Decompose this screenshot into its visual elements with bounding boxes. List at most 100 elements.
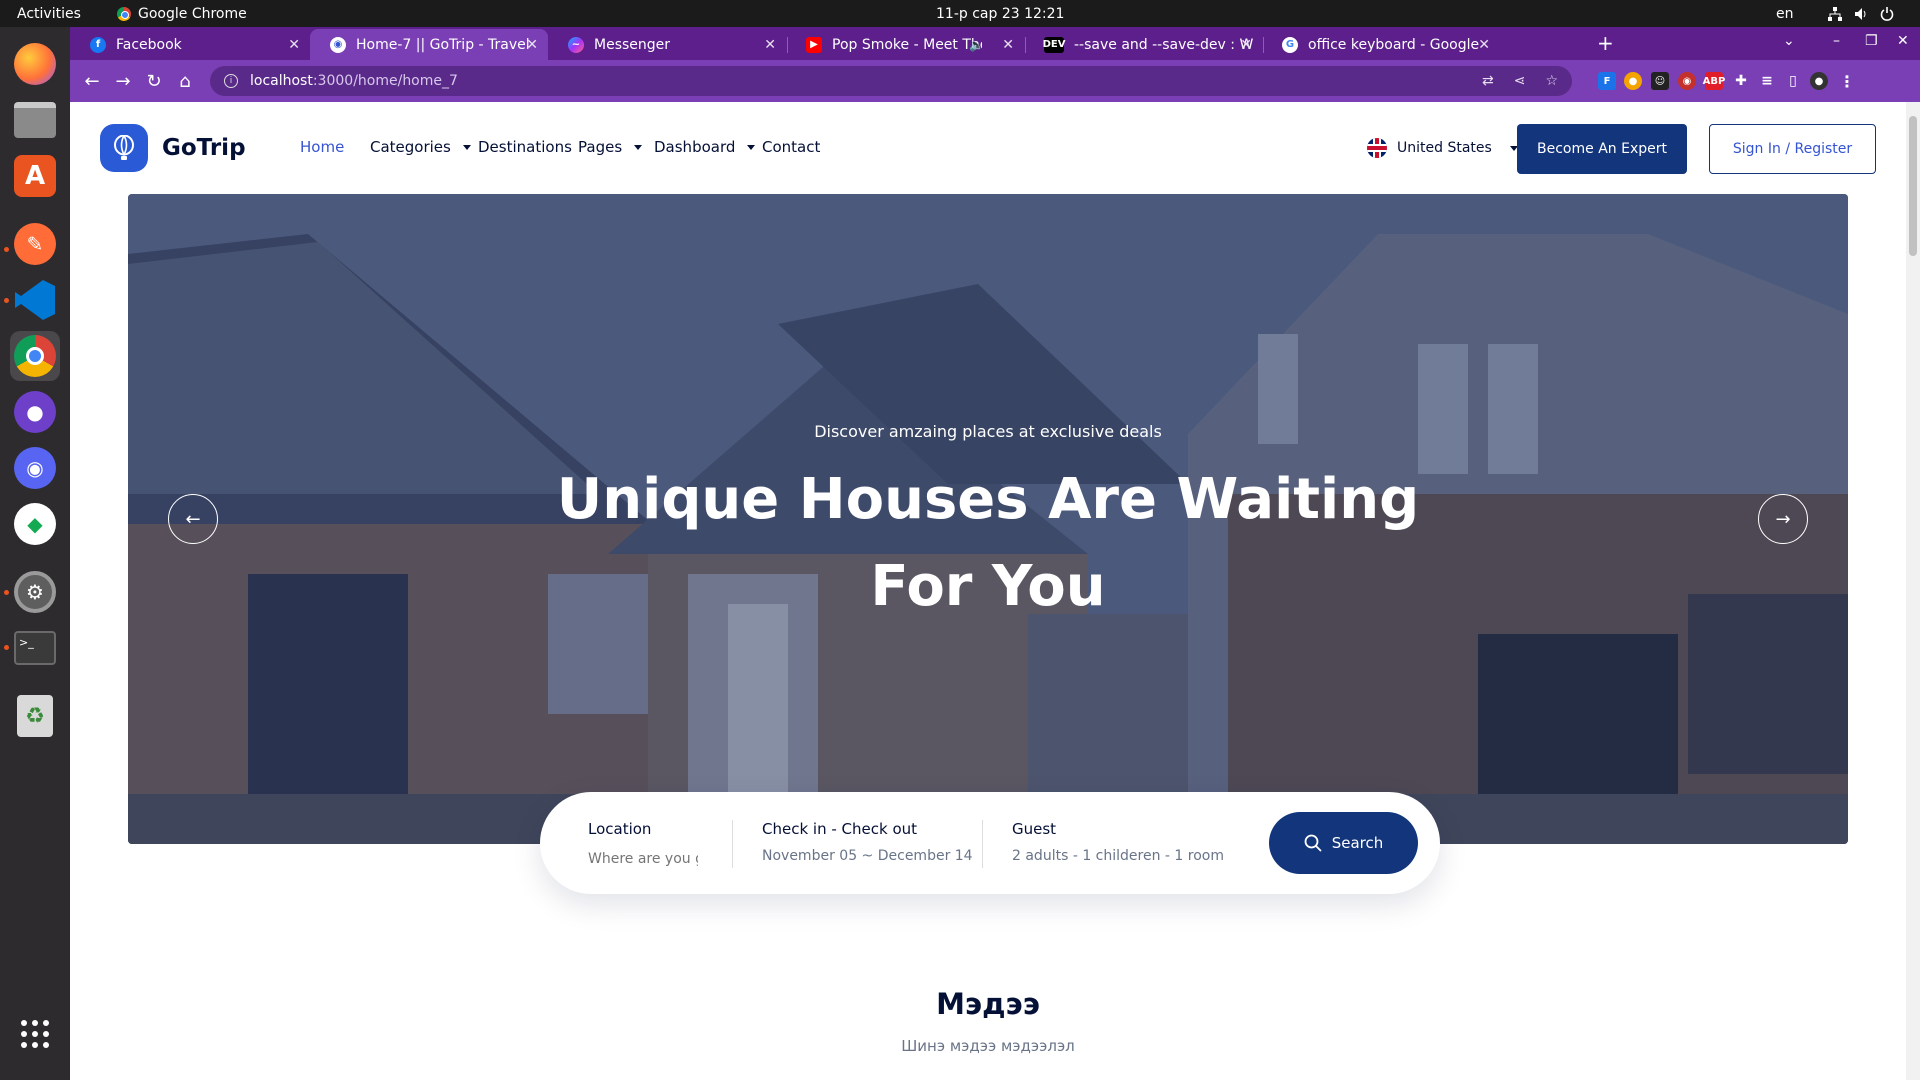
forward-icon[interactable]: → <box>111 69 135 93</box>
system-tray[interactable] <box>1828 6 1894 21</box>
hero-subtitle: Discover amzaing places at exclusive dea… <box>814 422 1162 441</box>
become-expert-button[interactable]: Become An Expert <box>1517 124 1687 174</box>
tab-search-icon[interactable]: ⌄ <box>1783 33 1795 49</box>
nav-label: Home <box>300 138 345 156</box>
close-tab-icon[interactable]: ✕ <box>764 37 776 53</box>
dock-terminal[interactable]: >_ <box>10 623 60 673</box>
tab-messenger[interactable]: ~ Messenger ✕ <box>548 29 786 60</box>
browser-toolbar: ← → ↻ ⌂ i localhost:3000/home/home_7 ⇄ ⋖… <box>70 60 1920 102</box>
home-icon[interactable]: ⌂ <box>173 69 197 93</box>
tab-youtube[interactable]: ▶ Pop Smoke - Meet The 🔈 ✕ <box>786 29 1024 60</box>
tab-google[interactable]: G office keyboard - Google ✕ <box>1262 29 1500 60</box>
close-tab-icon[interactable]: ✕ <box>1002 37 1014 53</box>
close-tab-icon[interactable]: ✕ <box>1478 37 1490 53</box>
dock-files[interactable] <box>10 95 60 145</box>
site-logo[interactable]: GoTrip <box>100 124 246 172</box>
search-icon <box>1304 834 1322 852</box>
arrow-left-icon: ← <box>185 508 201 530</box>
country-selector[interactable]: United States <box>1367 138 1518 158</box>
search-button[interactable]: Search <box>1269 812 1418 874</box>
location-label: Location <box>588 820 652 838</box>
close-tab-icon[interactable]: ✕ <box>1240 37 1252 53</box>
translate-icon[interactable]: ⇄ <box>1482 73 1494 89</box>
close-tab-icon[interactable]: ✕ <box>526 37 538 53</box>
back-icon[interactable]: ← <box>80 69 104 93</box>
guest-label: Guest <box>1012 820 1057 838</box>
google-icon: G <box>1282 36 1298 53</box>
trash-icon: ♻ <box>17 695 53 737</box>
scrollbar-thumb[interactable] <box>1909 116 1917 256</box>
extension-face-icon[interactable]: ☺ <box>1651 72 1669 90</box>
close-window-icon[interactable]: ✕ <box>1897 33 1909 49</box>
terminal-icon: >_ <box>14 631 56 665</box>
dock-firefox[interactable] <box>10 39 60 89</box>
site-info-icon[interactable]: i <box>224 74 238 88</box>
dock-discord[interactable]: ◉ <box>10 443 60 493</box>
dock-postman[interactable]: ✎ <box>10 219 60 269</box>
nav-label: Pages <box>578 138 623 156</box>
nav-categories[interactable]: Categories <box>370 138 471 156</box>
location-input[interactable] <box>588 851 698 867</box>
dock-chrome[interactable] <box>10 331 60 381</box>
reload-icon[interactable]: ↻ <box>142 69 166 93</box>
extension-f-icon[interactable]: F <box>1598 72 1616 90</box>
nav-destinations[interactable]: Destinations <box>478 138 572 156</box>
dock-mongodb[interactable]: ◆ <box>10 499 60 549</box>
tab-gotrip[interactable]: ◉ Home-7 || GoTrip - Travel ✕ <box>310 29 548 60</box>
nav-contact[interactable]: Contact <box>762 138 820 156</box>
messenger-icon: ~ <box>568 36 584 53</box>
sign-in-register-button[interactable]: Sign In / Register <box>1709 124 1876 174</box>
address-bar[interactable]: i localhost:3000/home/home_7 ⇄ ⋖ ☆ <box>210 66 1572 96</box>
dates-field[interactable]: Check in - Check out November 05 ~ Decem… <box>762 820 973 864</box>
reading-list-icon[interactable]: ≡ <box>1758 72 1776 90</box>
chrome-menu-icon[interactable]: ⋮ <box>1838 72 1856 91</box>
tab-title: Pop Smoke - Meet The <box>832 36 982 53</box>
input-language[interactable]: en <box>1776 6 1794 22</box>
chevron-down-icon <box>462 144 471 150</box>
guest-field[interactable]: Guest 2 adults - 1 childeren - 1 room <box>1012 820 1224 864</box>
dock-show-apps[interactable] <box>10 1009 60 1059</box>
extension-red-icon[interactable]: ◉ <box>1678 72 1696 90</box>
discord-icon: ◉ <box>14 447 56 489</box>
tab-facebook[interactable]: f Facebook ✕ <box>70 29 310 60</box>
activities-button[interactable]: Activities <box>17 6 81 22</box>
app-menu[interactable]: Google Chrome <box>117 6 247 22</box>
dock-vscode[interactable] <box>10 275 60 325</box>
search-form: Location Check in - Check out November 0… <box>540 792 1440 894</box>
minimize-icon[interactable]: – <box>1833 33 1840 49</box>
nav-pages[interactable]: Pages <box>578 138 643 156</box>
dock-software[interactable]: A <box>10 151 60 201</box>
facebook-icon: f <box>90 36 106 53</box>
dock-trash[interactable]: ♻ <box>10 691 60 741</box>
nav-dashboard[interactable]: Dashboard <box>654 138 756 156</box>
location-field[interactable]: Location <box>588 820 698 867</box>
adblock-icon[interactable]: ABP <box>1703 72 1725 90</box>
news-section-subtitle: Шинэ мэдээ мэдээлэл <box>901 1037 1075 1055</box>
clock[interactable]: 11-р сар 23 12:21 <box>936 6 1064 22</box>
bookmark-star-icon[interactable]: ☆ <box>1545 73 1558 89</box>
side-panel-icon[interactable]: ▯ <box>1784 72 1802 90</box>
tab-title: Facebook <box>116 36 182 53</box>
url-host: localhost <box>250 73 313 89</box>
slider-next-button[interactable]: → <box>1758 494 1808 544</box>
system-top-bar: Activities Google Chrome 11-р сар 23 12:… <box>0 0 1920 27</box>
dock-github[interactable]: ● <box>10 387 60 437</box>
chrome-icon <box>14 335 56 377</box>
profile-avatar[interactable]: ● <box>1810 72 1828 90</box>
tab-dev[interactable]: DEV --save and --save-dev : Wh ✕ <box>1024 29 1262 60</box>
tab-title: --save and --save-dev : Wh <box>1074 36 1254 53</box>
slider-prev-button[interactable]: ← <box>168 494 218 544</box>
restore-icon[interactable]: ❐ <box>1865 33 1878 49</box>
share-icon[interactable]: ⋖ <box>1514 73 1526 89</box>
nav-home[interactable]: Home <box>300 138 344 156</box>
new-tab-button[interactable]: + <box>1597 31 1614 55</box>
guest-value: 2 adults - 1 childeren - 1 room <box>1012 848 1224 864</box>
extensions-puzzle-icon[interactable]: ✚ <box>1732 72 1750 90</box>
audio-playing-icon[interactable]: 🔈 <box>969 38 984 52</box>
close-tab-icon[interactable]: ✕ <box>288 37 300 53</box>
page-scrollbar[interactable] <box>1906 102 1920 1080</box>
extension-bulb-icon[interactable]: ● <box>1624 72 1642 90</box>
running-indicator <box>4 298 9 303</box>
dates-label: Check in - Check out <box>762 820 918 838</box>
dock-settings[interactable]: ⚙ <box>10 567 60 617</box>
